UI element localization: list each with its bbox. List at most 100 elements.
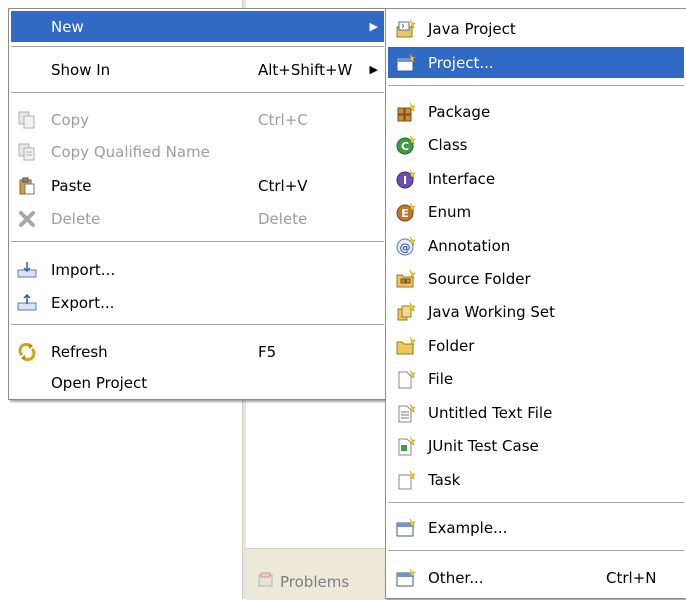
- menu-item-shortcut: Alt+Shift+W: [258, 60, 353, 79]
- menu-item-label: Project...: [428, 53, 494, 72]
- context-menu: New ▶ Show In Alt+Shift+W ▶ Copy Ctrl+C …: [8, 8, 387, 400]
- menu-item-folder[interactable]: Folder: [388, 330, 684, 361]
- menu-item-label: File: [428, 369, 454, 388]
- menu-item-label: Copy: [51, 110, 90, 129]
- menu-item-task[interactable]: Task: [388, 464, 684, 495]
- submenu-arrow-icon: ▶: [369, 63, 378, 76]
- menu-item-label: Source Folder: [428, 269, 531, 288]
- menu-separator: [388, 502, 684, 503]
- menu-item-enum[interactable]: E Enum: [388, 196, 684, 227]
- menu-item-java-project[interactable]: Java Project: [388, 13, 684, 44]
- import-icon: [17, 260, 37, 280]
- menu-item-label: Import...: [51, 260, 116, 279]
- menu-item-shortcut: Ctrl+V: [258, 176, 308, 195]
- menu-item-other[interactable]: Other... Ctrl+N: [388, 562, 684, 593]
- menu-item-open-project[interactable]: Open Project: [11, 367, 384, 398]
- menu-item-shortcut: F5: [258, 342, 277, 361]
- menu-separator: [11, 92, 384, 93]
- problems-tab[interactable]: Problems: [258, 572, 349, 592]
- interface-icon: I: [396, 169, 416, 189]
- svg-text:@: @: [400, 241, 411, 254]
- java-working-set-icon: [396, 302, 416, 322]
- menu-item-label: Copy Qualified Name: [51, 142, 210, 161]
- menu-item-delete[interactable]: Delete Delete: [11, 203, 384, 234]
- menu-item-source-folder[interactable]: Source Folder: [388, 263, 684, 294]
- menu-item-project[interactable]: Project...: [388, 47, 684, 78]
- editor-area: [246, 395, 390, 570]
- menu-item-new[interactable]: New ▶: [11, 11, 384, 42]
- menu-item-example[interactable]: Example...: [388, 512, 684, 543]
- problems-icon: [258, 572, 274, 592]
- menu-item-label: Other...: [428, 568, 484, 587]
- menu-item-show-in[interactable]: Show In Alt+Shift+W ▶: [11, 54, 384, 85]
- paste-icon: [17, 176, 37, 196]
- menu-item-java-working-set[interactable]: Java Working Set: [388, 296, 684, 327]
- menu-item-label: Folder: [428, 336, 475, 355]
- menu-item-copy-qualified-name[interactable]: Copy Qualified Name: [11, 136, 384, 167]
- svg-text:E: E: [401, 207, 409, 220]
- copy-icon: [17, 110, 37, 130]
- menu-item-class[interactable]: C Class: [388, 129, 684, 160]
- svg-text:I: I: [403, 174, 407, 187]
- copy-qualified-name-icon: [17, 142, 37, 162]
- menu-item-label: New: [51, 17, 84, 36]
- menu-item-file[interactable]: File: [388, 363, 684, 394]
- menu-item-label: Task: [428, 470, 461, 489]
- task-icon: [396, 470, 416, 490]
- folder-icon: [396, 336, 416, 356]
- menu-item-shortcut: Ctrl+C: [258, 110, 308, 129]
- menu-item-package[interactable]: Package: [388, 96, 684, 127]
- menu-item-shortcut: Delete: [258, 209, 308, 228]
- untitled-text-file-icon: [396, 403, 416, 423]
- package-icon: [396, 102, 416, 122]
- example-icon: [396, 518, 416, 538]
- source-folder-icon: [396, 269, 416, 289]
- class-icon: C: [396, 135, 416, 155]
- menu-item-shortcut: Ctrl+N: [606, 568, 657, 587]
- menu-separator: [388, 85, 684, 86]
- enum-icon: E: [396, 202, 416, 222]
- menu-item-annotation[interactable]: @ Annotation: [388, 230, 684, 261]
- menu-separator: [11, 241, 384, 242]
- other-icon: [396, 568, 416, 588]
- refresh-icon: [17, 342, 37, 362]
- menu-item-label: Open Project: [51, 373, 148, 392]
- menu-item-label: Refresh: [51, 342, 108, 361]
- menu-item-label: Delete: [51, 209, 101, 228]
- menu-separator: [388, 550, 684, 551]
- menu-item-label: Class: [428, 135, 468, 154]
- menu-item-label: Package: [428, 102, 491, 121]
- menu-item-export[interactable]: Export...: [11, 287, 384, 318]
- menu-separator: [11, 46, 384, 47]
- menu-item-untitled-text-file[interactable]: Untitled Text File: [388, 397, 684, 428]
- menu-item-label: Java Working Set: [428, 302, 556, 321]
- java-project-icon: [396, 19, 416, 39]
- menu-item-label: Show In: [51, 60, 111, 79]
- menu-item-copy[interactable]: Copy Ctrl+C: [11, 104, 384, 135]
- menu-item-label: Annotation: [428, 236, 511, 255]
- project-icon: [396, 53, 416, 73]
- menu-item-label: Java Project: [428, 19, 516, 38]
- menu-item-label: JUnit Test Case: [428, 436, 539, 455]
- annotation-icon: @: [396, 236, 416, 256]
- menu-item-label: Paste: [51, 176, 92, 195]
- svg-text:C: C: [401, 140, 409, 153]
- menu-item-label: Enum: [428, 202, 472, 221]
- menu-separator: [11, 324, 384, 325]
- menu-item-label: Export...: [51, 293, 115, 312]
- menu-item-interface[interactable]: I Interface: [388, 163, 684, 194]
- junit-test-case-icon: [396, 436, 416, 456]
- menu-item-junit-test-case[interactable]: JUnit Test Case: [388, 430, 684, 461]
- menu-item-label: Example...: [428, 518, 508, 537]
- delete-icon: [17, 209, 37, 229]
- file-icon: [396, 369, 416, 389]
- menu-item-import[interactable]: Import...: [11, 254, 384, 285]
- problems-tab-label: Problems: [280, 573, 350, 591]
- submenu-arrow-icon: ▶: [369, 20, 378, 33]
- menu-item-paste[interactable]: Paste Ctrl+V: [11, 170, 384, 201]
- export-icon: [17, 293, 37, 313]
- menu-item-label: Interface: [428, 169, 496, 188]
- menu-item-label: Untitled Text File: [428, 403, 553, 422]
- menu-item-refresh[interactable]: Refresh F5: [11, 336, 384, 367]
- new-submenu: Java Project Project... Package C Class …: [385, 8, 686, 599]
